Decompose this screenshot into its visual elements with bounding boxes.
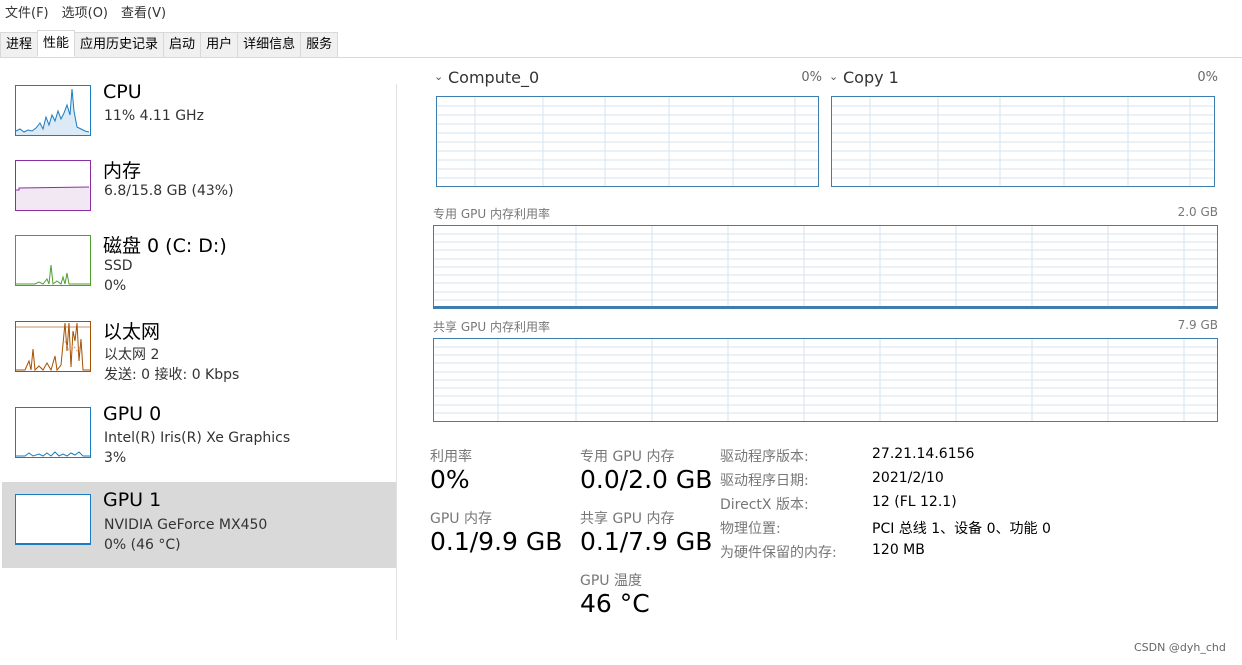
disk-graph-icon (15, 235, 91, 286)
tab-performance[interactable]: 性能 (37, 30, 76, 57)
tab-processes[interactable]: 进程 (0, 32, 39, 57)
gpu1-graph-icon (15, 494, 91, 545)
physical-location-value: PCI 总线 1、设备 0、功能 0 (872, 521, 1051, 537)
tab-users[interactable]: 用户 (200, 32, 239, 57)
sidebar-item-ethernet[interactable]: 以太网 以太网 2 发送: 0 接收: 0 Kbps (2, 306, 396, 392)
driver-version-value: 27.21.14.6156 (872, 446, 975, 462)
tab-services[interactable]: 服务 (300, 32, 339, 57)
dedicated-memory-graph-max: 2.0 GB (1177, 205, 1218, 219)
sidebar-divider (396, 84, 397, 640)
sidebar-item-gpu0[interactable]: GPU 0 Intel(R) Iris(R) Xe Graphics 3% (2, 392, 396, 478)
compute-dropdown-chevron-icon[interactable]: ⌄ (434, 70, 443, 83)
gpu-temperature-label: GPU 温度 (580, 573, 642, 589)
menu-file[interactable]: 文件(F) (5, 0, 49, 28)
reserved-memory-label: 为硬件保留的内存: (720, 545, 837, 561)
sidebar-ethernet-adapter: 以太网 2 (104, 347, 160, 363)
shared-memory-label: 共享 GPU 内存 (580, 511, 675, 527)
gpu0-graph-icon (15, 407, 91, 458)
shared-memory-value: 0.1/7.9 GB (580, 527, 713, 556)
utilization-label: 利用率 (430, 449, 472, 465)
driver-date-value: 2021/2/10 (872, 470, 944, 486)
performance-sidebar: CPU 11% 4.11 GHz 内存 6.8/15.8 GB (43%) 磁盘… (0, 70, 397, 640)
sidebar-cpu-detail: 11% 4.11 GHz (104, 108, 204, 124)
sidebar-memory-detail: 6.8/15.8 GB (43%) (104, 183, 234, 199)
sidebar-gpu1-name: NVIDIA GeForce MX450 (104, 517, 268, 533)
sidebar-item-gpu1[interactable]: GPU 1 NVIDIA GeForce MX450 0% (46 °C) (2, 482, 396, 568)
sidebar-item-disk[interactable]: 磁盘 0 (C: D:) SSD 0% (2, 220, 396, 306)
watermark: CSDN @dyh_chd (1134, 641, 1226, 654)
sidebar-ethernet-title: 以太网 (103, 321, 161, 343)
reserved-memory-value: 120 MB (872, 542, 925, 558)
memory-graph-icon (15, 160, 91, 211)
sidebar-gpu1-title: GPU 1 (103, 489, 162, 511)
gpu-temperature-value: 46 °C (580, 589, 650, 618)
sidebar-cpu-title: CPU (103, 81, 142, 103)
dedicated-memory-value: 0.0/2.0 GB (580, 465, 713, 494)
sidebar-item-cpu[interactable]: CPU 11% 4.11 GHz (2, 70, 396, 156)
sidebar-gpu0-name: Intel(R) Iris(R) Xe Graphics (104, 430, 291, 446)
driver-date-label: 驱动程序日期: (720, 473, 809, 489)
engine-compute-graph (436, 96, 819, 187)
tab-details[interactable]: 详细信息 (237, 32, 302, 57)
sidebar-disk-type: SSD (104, 258, 133, 274)
menu-view[interactable]: 查看(V) (121, 0, 166, 28)
sidebar-disk-usage: 0% (104, 278, 127, 294)
utilization-value: 0% (430, 465, 470, 494)
sidebar-gpu0-title: GPU 0 (103, 403, 162, 425)
engine-copy-percent: 0% (1197, 70, 1218, 85)
gpu-memory-label: GPU 内存 (430, 511, 492, 527)
sidebar-item-memory[interactable]: 内存 6.8/15.8 GB (43%) (2, 145, 396, 231)
engine-compute-percent: 0% (801, 70, 822, 85)
dedicated-memory-label: 专用 GPU 内存 (580, 449, 675, 465)
shared-memory-graph-label: 共享 GPU 内存利用率 (433, 320, 550, 334)
tab-app-history[interactable]: 应用历史记录 (74, 32, 165, 57)
cpu-graph-icon (15, 85, 91, 136)
sidebar-disk-title: 磁盘 0 (C: D:) (103, 235, 227, 257)
tab-startup[interactable]: 启动 (163, 32, 202, 57)
engine-copy-title[interactable]: Copy 1 (843, 68, 899, 88)
engine-compute-title[interactable]: Compute_0 (448, 68, 539, 88)
engine-copy-graph (831, 96, 1215, 187)
shared-memory-graph (433, 338, 1218, 422)
gpu-memory-value: 0.1/9.9 GB (430, 527, 563, 556)
tab-bar: 进程 性能 应用历史记录 启动 用户 详细信息 服务 (0, 30, 1242, 58)
dedicated-memory-graph-label: 专用 GPU 内存利用率 (433, 207, 550, 221)
directx-version-label: DirectX 版本: (720, 497, 809, 513)
driver-version-label: 驱动程序版本: (720, 449, 809, 465)
sidebar-ethernet-throughput: 发送: 0 接收: 0 Kbps (104, 367, 240, 383)
shared-memory-graph-max: 7.9 GB (1177, 318, 1218, 332)
copy-dropdown-chevron-icon[interactable]: ⌄ (829, 70, 838, 83)
directx-version-value: 12 (FL 12.1) (872, 494, 957, 510)
menu-options[interactable]: 选项(O) (62, 0, 108, 28)
sidebar-gpu0-usage: 3% (104, 450, 127, 466)
dedicated-memory-graph (433, 225, 1218, 309)
sidebar-gpu1-usage: 0% (46 °C) (104, 537, 181, 553)
menu-bar: 文件(F) 选项(O) 查看(V) (0, 0, 1242, 28)
ethernet-graph-icon (15, 321, 91, 372)
physical-location-label: 物理位置: (720, 521, 781, 537)
sidebar-memory-title: 内存 (103, 160, 142, 182)
